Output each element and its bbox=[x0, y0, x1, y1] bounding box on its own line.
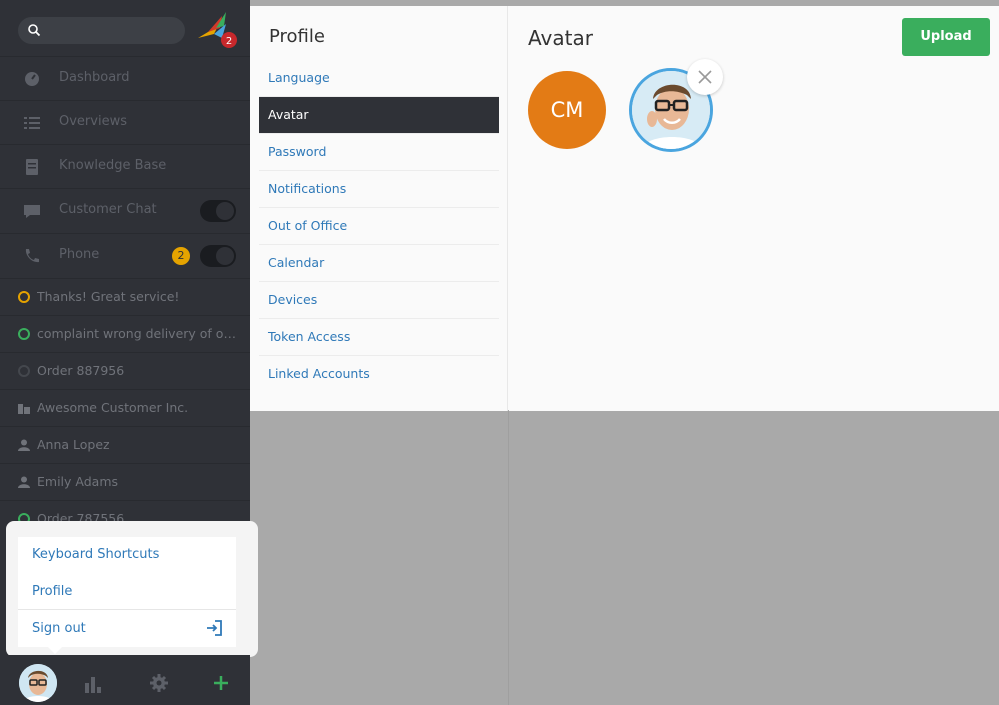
profile-nav-item-avatar[interactable]: Avatar bbox=[259, 97, 499, 134]
knowledge-base-icon bbox=[26, 159, 38, 175]
menu-caret bbox=[48, 647, 62, 654]
nav-dashboard[interactable]: Dashboard bbox=[0, 56, 250, 100]
task-label: Order 887956 bbox=[37, 363, 125, 378]
nav-phone[interactable]: Phone 2 bbox=[0, 233, 250, 277]
search-icon bbox=[28, 24, 41, 37]
profile-item[interactable]: Profile bbox=[32, 584, 72, 599]
dashboard-icon bbox=[25, 72, 39, 86]
menu-divider bbox=[18, 609, 236, 610]
task-item[interactable]: Emily Adams bbox=[0, 463, 250, 500]
task-label: Emily Adams bbox=[37, 474, 119, 489]
profile-nav-item-out-of-office[interactable]: Out of Office bbox=[259, 208, 499, 245]
task-label: Thanks! Great service! bbox=[37, 289, 180, 304]
nav-knowledge-base[interactable]: Knowledge Base bbox=[0, 144, 250, 188]
profile-nav-label: Devices bbox=[268, 292, 318, 307]
toggle-knob bbox=[216, 247, 234, 265]
gear-icon[interactable] bbox=[141, 665, 177, 701]
user-menu: Keyboard Shortcuts Profile Sign out bbox=[18, 537, 236, 654]
avatar-initials-option[interactable]: CM bbox=[528, 71, 606, 149]
page-title: Avatar bbox=[528, 26, 593, 50]
profile-nav-label: Notifications bbox=[268, 181, 347, 196]
search-input[interactable] bbox=[18, 17, 185, 44]
avatar-panel: Avatar Upload CM bbox=[509, 6, 999, 411]
task-item[interactable]: Thanks! Great service! bbox=[0, 278, 250, 315]
overviews-icon bbox=[24, 117, 40, 129]
task-item[interactable]: Order 887956 bbox=[0, 352, 250, 389]
nav-phone-label: Phone bbox=[59, 247, 100, 262]
profile-nav-item-linked-accounts[interactable]: Linked Accounts bbox=[259, 356, 499, 393]
nav-customer-chat[interactable]: Customer Chat bbox=[0, 188, 250, 232]
sidebar-bottom-bar bbox=[0, 655, 250, 705]
avatar-photo-icon bbox=[19, 664, 57, 702]
profile-nav-item-notifications[interactable]: Notifications bbox=[259, 171, 499, 208]
phone-badge: 2 bbox=[172, 247, 190, 265]
profile-nav-item-language[interactable]: Language bbox=[259, 60, 499, 97]
upload-button[interactable]: Upload bbox=[902, 18, 990, 56]
add-icon[interactable] bbox=[203, 665, 239, 701]
sign-out-icon[interactable] bbox=[206, 620, 222, 636]
profile-nav-item-devices[interactable]: Devices bbox=[259, 282, 499, 319]
task-label: Awesome Customer Inc. bbox=[37, 400, 189, 415]
logo-icon: 2 bbox=[198, 12, 237, 48]
profile-nav-label: Password bbox=[268, 144, 327, 159]
sign-out-item[interactable]: Sign out bbox=[32, 621, 86, 636]
user-icon bbox=[18, 476, 30, 488]
profile-nav-label: Language bbox=[268, 70, 330, 85]
panel-divider bbox=[508, 411, 509, 705]
logo-notifications[interactable]: 2 bbox=[196, 10, 238, 50]
customer-chat-toggle[interactable] bbox=[200, 200, 236, 222]
task-item[interactable]: complaint wrong delivery of order 1234 bbox=[0, 315, 250, 352]
keyboard-shortcuts-item[interactable]: Keyboard Shortcuts bbox=[32, 547, 159, 562]
nav-knowledge-base-label: Knowledge Base bbox=[59, 158, 167, 173]
close-icon bbox=[698, 70, 712, 84]
task-item[interactable]: Awesome Customer Inc. bbox=[0, 389, 250, 426]
nav-dashboard-label: Dashboard bbox=[59, 70, 130, 85]
task-label: Anna Lopez bbox=[37, 437, 110, 452]
profile-nav-title: Profile bbox=[269, 26, 325, 47]
toggle-knob bbox=[216, 202, 234, 220]
phone-icon bbox=[25, 249, 39, 263]
profile-nav-item-calendar[interactable]: Calendar bbox=[259, 245, 499, 282]
task-item[interactable]: Anna Lopez bbox=[0, 426, 250, 463]
profile-nav-label: Linked Accounts bbox=[268, 366, 370, 381]
profile-nav-item-token-access[interactable]: Token Access bbox=[259, 319, 499, 356]
ticket-open-icon bbox=[18, 328, 30, 340]
profile-nav-item-password[interactable]: Password bbox=[259, 134, 499, 171]
chat-icon bbox=[24, 205, 40, 218]
reports-icon[interactable] bbox=[74, 665, 110, 701]
profile-nav-label: Token Access bbox=[268, 329, 351, 344]
profile-nav-label: Out of Office bbox=[268, 218, 348, 233]
profile-nav: Profile Language Avatar Password Notific… bbox=[250, 6, 508, 411]
ticket-closed-icon bbox=[18, 365, 30, 377]
ticket-open-icon bbox=[18, 291, 30, 303]
nav-overviews-label: Overviews bbox=[59, 114, 127, 129]
user-icon bbox=[18, 439, 30, 451]
notification-count: 2 bbox=[226, 36, 232, 47]
organization-icon bbox=[18, 404, 30, 414]
phone-toggle[interactable] bbox=[200, 245, 236, 267]
nav-customer-chat-label: Customer Chat bbox=[59, 202, 157, 217]
nav-overviews[interactable]: Overviews bbox=[0, 100, 250, 144]
task-label: complaint wrong delivery of order 1234 bbox=[37, 326, 237, 341]
remove-avatar-button[interactable] bbox=[687, 59, 723, 95]
profile-nav-label: Avatar bbox=[268, 107, 309, 122]
profile-nav-label: Calendar bbox=[268, 255, 325, 270]
user-avatar[interactable] bbox=[19, 664, 57, 702]
